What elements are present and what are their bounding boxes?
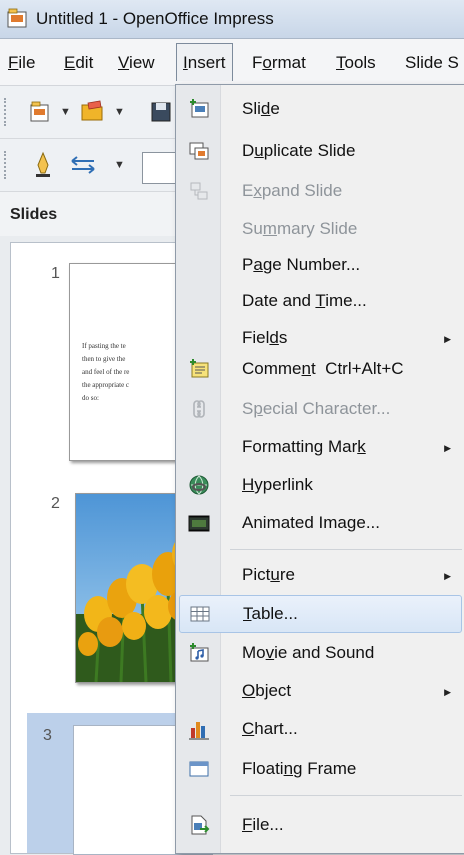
- menu-file[interactable]: File: [8, 53, 35, 73]
- chart-icon: [189, 722, 209, 740]
- submenu-arrow-icon: ▶: [444, 687, 451, 697]
- slides-pane-header: Slides: [0, 192, 180, 236]
- open-folder-icon[interactable]: [80, 98, 106, 124]
- menu-item-animated-image[interactable]: Animated Image...: [176, 505, 464, 541]
- duplicate-slide-icon: [189, 142, 209, 160]
- window-title: Untitled 1 - OpenOffice Impress: [36, 9, 274, 28]
- menu-item-movie-and-sound[interactable]: Movie and Sound: [176, 635, 464, 671]
- menu-edit[interactable]: Edit: [64, 53, 93, 73]
- menu-bar: File Edit View Insert Format Tools Slide…: [0, 39, 464, 86]
- standard-toolbar: ▼ ▼: [0, 86, 180, 139]
- menu-item-formatting-mark[interactable]: Formatting Mark ▶: [176, 429, 464, 465]
- arrow-style-dropdown-icon[interactable]: ▼: [114, 159, 125, 171]
- submenu-arrow-icon: ▶: [444, 571, 451, 581]
- slide-number: 3: [43, 727, 52, 744]
- line-icon[interactable]: [32, 151, 54, 179]
- menu-item-duplicate-slide[interactable]: Duplicate Slide: [176, 133, 464, 169]
- slide-number: 2: [51, 495, 60, 512]
- menu-tools[interactable]: Tools: [336, 53, 376, 73]
- slides-pane-title: Slides: [10, 206, 58, 223]
- menu-item-chart[interactable]: Chart...: [176, 711, 464, 747]
- submenu-arrow-icon: ▶: [444, 334, 451, 344]
- menu-item-special-character[interactable]: Special Character...: [176, 391, 464, 427]
- floating-frame-icon: [189, 761, 209, 777]
- comment-icon: [190, 359, 209, 378]
- animated-image-icon: [188, 515, 210, 532]
- table-icon: [190, 606, 210, 622]
- menu-format[interactable]: Format: [252, 53, 306, 73]
- menu-slide-show[interactable]: Slide S: [405, 53, 459, 73]
- new-document-icon[interactable]: [28, 100, 52, 124]
- menu-view[interactable]: View: [118, 53, 155, 73]
- menu-item-object[interactable]: Object ▶: [176, 673, 464, 709]
- arrow-style-icon[interactable]: [68, 155, 98, 175]
- impress-app-icon: [7, 8, 27, 28]
- toolbar-grip[interactable]: [4, 151, 9, 179]
- menu-item-table[interactable]: Table...: [179, 595, 462, 633]
- menu-item-hyperlink[interactable]: Hyperlink: [176, 467, 464, 503]
- slide-icon: [190, 99, 209, 118]
- slide-thumbnail-text: If pasting the te then to give the and f…: [82, 342, 130, 402]
- save-icon[interactable]: [150, 100, 172, 124]
- comment-shortcut: Ctrl+Alt+C: [325, 359, 404, 378]
- toolbar-grip[interactable]: [4, 98, 9, 126]
- open-dropdown-icon[interactable]: ▼: [114, 106, 125, 118]
- menu-separator: [230, 549, 462, 550]
- menu-item-comment[interactable]: Comment Ctrl+Alt+C: [176, 351, 464, 387]
- menu-item-slide[interactable]: Slide: [176, 91, 464, 127]
- submenu-arrow-icon: ▶: [444, 443, 451, 453]
- file-icon: [191, 815, 210, 835]
- special-character-icon: [193, 400, 205, 418]
- menu-item-expand-slide[interactable]: Expand Slide: [176, 173, 464, 209]
- line-style-selector[interactable]: [142, 152, 178, 184]
- expand-slide-icon: [190, 182, 208, 200]
- insert-menu-dropdown: Slide Duplicate Slide Expand Slide Summa…: [175, 84, 464, 854]
- new-dropdown-icon[interactable]: ▼: [60, 106, 71, 118]
- menu-item-picture[interactable]: Picture ▶: [176, 557, 464, 593]
- menu-item-date-and-time[interactable]: Date and Time...: [176, 283, 464, 319]
- hyperlink-icon: [189, 475, 209, 495]
- menu-item-file[interactable]: File...: [176, 807, 464, 843]
- menu-item-page-number[interactable]: Page Number...: [176, 247, 464, 283]
- menu-insert[interactable]: Insert: [176, 43, 233, 81]
- menu-item-floating-frame[interactable]: Floating Frame: [176, 751, 464, 787]
- menu-item-summary-slide[interactable]: Summary Slide: [176, 211, 464, 247]
- movie-sound-icon: [190, 643, 209, 662]
- menu-separator: [230, 795, 462, 796]
- title-bar: Untitled 1 - OpenOffice Impress: [0, 0, 464, 39]
- slide-number: 1: [51, 265, 60, 282]
